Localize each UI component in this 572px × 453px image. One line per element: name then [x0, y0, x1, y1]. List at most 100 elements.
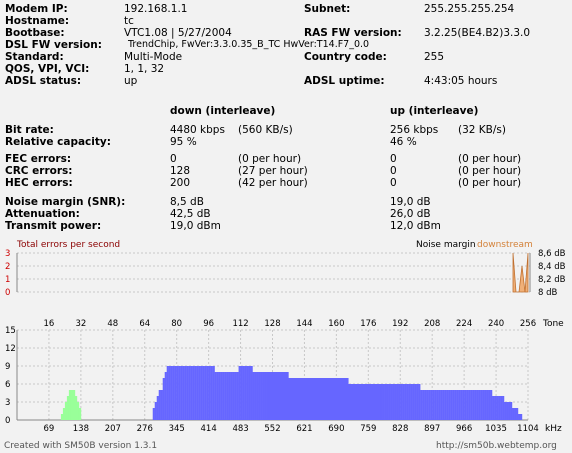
downstream-bar	[230, 372, 233, 420]
downstream-bar	[332, 378, 335, 420]
downstream-bar	[502, 396, 505, 420]
tone-tick: 208	[424, 319, 440, 329]
downstream-bar	[172, 366, 175, 420]
downstream-bar	[432, 390, 435, 420]
downstream-bar	[496, 396, 499, 420]
downstream-bar	[344, 378, 347, 420]
upstream-bar	[68, 390, 72, 420]
khz-tick: 1104	[517, 424, 539, 434]
upstream-bar	[72, 390, 76, 420]
downstream-bar	[372, 384, 375, 420]
downstream-bar	[486, 390, 489, 420]
downstream-bar	[396, 384, 399, 420]
downstream-bar	[180, 366, 183, 420]
downstream-bar	[326, 378, 329, 420]
downstream-bar	[518, 414, 521, 420]
downstream-bar	[244, 366, 247, 420]
downstream-bar	[422, 390, 425, 420]
downstream-bar	[268, 372, 271, 420]
downstream-bar	[202, 366, 205, 420]
downstream-bar	[500, 396, 503, 420]
downstream-bar	[196, 366, 199, 420]
footer-url[interactable]: http://sm50b.webtemp.org	[436, 440, 557, 452]
tone-tick: 48	[107, 319, 118, 329]
downstream-bar	[318, 378, 321, 420]
downstream-bar	[160, 390, 163, 420]
downstream-bar	[272, 372, 275, 420]
downstream-bar	[404, 384, 407, 420]
downstream-bar	[480, 390, 483, 420]
downstream-bar	[208, 366, 211, 420]
downstream-bar	[384, 384, 387, 420]
downstream-bar	[252, 372, 255, 420]
downstream-bar	[248, 366, 251, 420]
noise-margin-tick: 8,2 dB	[538, 275, 566, 285]
downstream-bar	[270, 372, 273, 420]
downstream-bar	[288, 378, 291, 420]
tone-tick: 112	[232, 319, 248, 329]
noise-margin-tick: 8 dB	[538, 288, 558, 298]
downstream-bar	[234, 372, 237, 420]
downstream-bar	[310, 378, 313, 420]
downstream-bar	[242, 366, 245, 420]
tone-tick: 144	[296, 319, 312, 329]
downstream-bar	[426, 390, 429, 420]
downstream-bar	[254, 372, 257, 420]
upstream-bar	[70, 390, 74, 420]
downstream-bar	[472, 390, 475, 420]
downstream-bar	[300, 378, 303, 420]
downstream-bar	[340, 378, 343, 420]
khz-tick: 621	[296, 424, 312, 434]
downstream-bar	[390, 384, 393, 420]
error-axis-tick: 3	[5, 249, 10, 259]
downstream-bar	[488, 390, 491, 420]
bits-axis-tick: 15	[5, 326, 16, 336]
tone-tick: 160	[328, 319, 344, 329]
tone-tick: 32	[75, 319, 86, 329]
tone-tick: 16	[44, 319, 55, 329]
downstream-bar	[330, 378, 333, 420]
downstream-bar	[436, 390, 439, 420]
downstream-bar	[192, 366, 195, 420]
downstream-bar	[298, 378, 301, 420]
khz-tick: 897	[424, 424, 440, 434]
downstream-bar	[194, 366, 197, 420]
downstream-bar	[178, 366, 181, 420]
downstream-bar	[348, 384, 351, 420]
downstream-bar	[282, 372, 285, 420]
khz-tick: 414	[201, 424, 217, 434]
tone-tick: 240	[488, 319, 504, 329]
downstream-bar	[228, 372, 231, 420]
downstream-bar	[366, 384, 369, 420]
khz-tick: 276	[137, 424, 153, 434]
downstream-bar	[504, 402, 507, 420]
downstream-bar	[484, 390, 487, 420]
downstream-bar	[198, 366, 201, 420]
tone-tick: 80	[171, 319, 182, 329]
downstream-bar	[322, 378, 325, 420]
downstream-bar	[394, 384, 397, 420]
downstream-bar	[174, 366, 177, 420]
downstream-bar	[212, 366, 215, 420]
downstream-bar	[204, 366, 207, 420]
tone-tick: 192	[392, 319, 408, 329]
downstream-bar	[200, 366, 203, 420]
error-axis-tick: 1	[5, 275, 10, 285]
bits-axis-tick: 6	[5, 380, 10, 390]
downstream-bar	[162, 378, 165, 420]
downstream-bar	[158, 390, 161, 420]
downstream-bar	[324, 378, 327, 420]
downstream-bar	[456, 390, 459, 420]
upstream-bar	[64, 402, 68, 420]
downstream-bar	[278, 372, 281, 420]
noise-margin-tick: 8,4 dB	[538, 262, 566, 272]
downstream-bar	[190, 366, 193, 420]
downstream-bar	[460, 390, 463, 420]
downstream-bar	[290, 378, 293, 420]
downstream-bar	[260, 372, 263, 420]
downstream-bar	[416, 384, 419, 420]
downstream-bar	[164, 372, 167, 420]
downstream-bar	[350, 384, 353, 420]
tone-tick: 224	[456, 319, 472, 329]
downstream-bar	[498, 396, 501, 420]
